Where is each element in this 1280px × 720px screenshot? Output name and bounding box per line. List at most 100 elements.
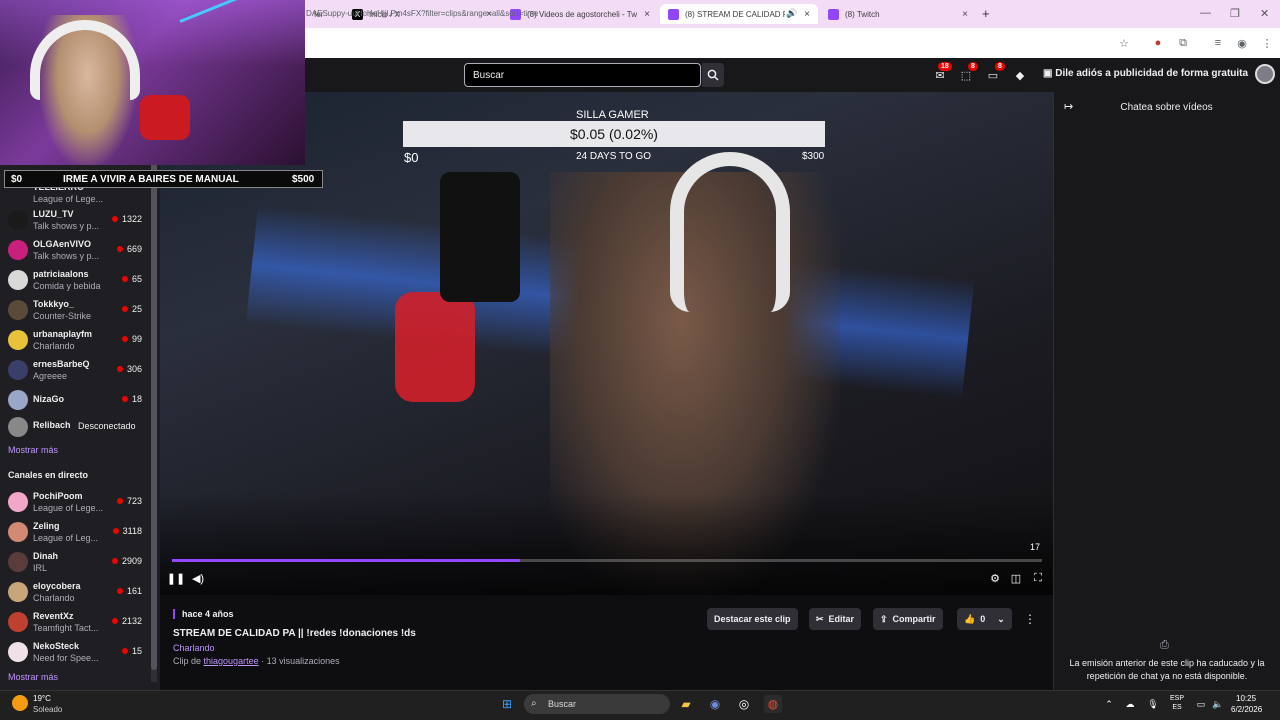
sidebar-item-tokkkyo_[interactable]: Tokkkyo_ Counter-Strike 25 — [0, 295, 150, 325]
weather-icon[interactable] — [12, 695, 28, 711]
avatar — [8, 300, 28, 320]
speaker-icon[interactable]: 🔊 — [786, 8, 797, 19]
tab-title: (8) Twitch — [845, 9, 880, 19]
taskbar-search-icon: ⌕ — [531, 698, 537, 709]
app-icon[interactable]: ◎ — [735, 695, 753, 713]
settings-icon[interactable]: ⚙ — [988, 571, 1002, 585]
theatre-mode-icon[interactable]: ◫ — [1009, 571, 1023, 585]
file-explorer-icon[interactable]: ▰ — [677, 695, 695, 713]
show-more-live[interactable]: Mostrar más — [8, 672, 58, 682]
sidebar-item-offline[interactable]: Relibach Desconectado — [0, 411, 150, 441]
user-avatar[interactable] — [1255, 64, 1275, 84]
show-more-followed[interactable]: Mostrar más — [8, 445, 58, 455]
volume-icon[interactable]: ◀) — [191, 571, 205, 585]
start-menu-icon[interactable]: ⊞ — [498, 695, 516, 713]
weather-desc[interactable]: Soleado — [33, 705, 62, 714]
puzzle-icon[interactable]: ⧉ — [1176, 36, 1190, 50]
tab-twitch[interactable]: (8) Twitch × — [820, 4, 976, 24]
clip-category-link[interactable]: Charlando — [173, 643, 215, 653]
channel-game: Teamfight Tact... — [33, 623, 99, 633]
channel-name: Tokkkyo_ — [33, 299, 74, 309]
channel-name: NizaGo — [33, 394, 65, 404]
search-input[interactable]: Buscar — [464, 63, 701, 87]
sidebar-live-item-pochipoom[interactable]: PochiPoom League of Lege... 723 — [0, 487, 150, 517]
minimize-icon[interactable]: — — [1200, 7, 1211, 19]
microphone-tray-icon[interactable]: 🎙 — [1144, 695, 1162, 713]
sidebar-item-olgaenvivo[interactable]: OLGAenVIVO Talk shows y p... 669 — [0, 235, 150, 265]
chevron-down-icon[interactable]: ⌄ — [997, 614, 1005, 625]
viewer-count: 723 — [116, 496, 142, 506]
highlight-clip-button[interactable]: Destacar este clip — [707, 608, 798, 630]
taskbar-search[interactable]: Buscar — [524, 694, 670, 714]
avatar — [8, 492, 28, 512]
video-progress-fill — [172, 559, 520, 562]
clip-byline: Clip de thiagougartee · 13 visualizacion… — [173, 656, 340, 666]
sidebar-scrollbar-thumb[interactable] — [151, 140, 157, 670]
volume-tray-icon[interactable]: 🔈 — [1209, 695, 1227, 713]
sidebar-live-item-reventxz[interactable]: ReventXz Teamfight Tact... 2132 — [0, 607, 150, 637]
share-button[interactable]: ⇪ Compartir — [873, 608, 943, 630]
star-icon[interactable]: ☆ — [1117, 36, 1131, 50]
search-button[interactable] — [702, 63, 724, 87]
avatar — [8, 522, 28, 542]
extension-icon[interactable]: ● — [1151, 36, 1165, 50]
lang-code: ESP — [1170, 695, 1185, 702]
discord-icon[interactable]: ◉ — [706, 695, 724, 713]
channel-name: Relibach — [33, 420, 71, 430]
sidebar-live-item-zeling[interactable]: Zeling League of Leg... 3118 — [0, 517, 150, 547]
viewer-count: 669 — [116, 244, 142, 254]
search-icon — [707, 69, 719, 81]
sidebar-live-item-eloycobera[interactable]: eloycobera Charlando 161 — [0, 577, 150, 607]
video-player[interactable]: 17 — [160, 92, 1053, 595]
clip-author-link[interactable]: thiagougartee — [204, 656, 259, 666]
bits-icon[interactable]: ◆ — [1012, 67, 1028, 83]
goal-end: $300 — [802, 151, 825, 162]
chrome-icon[interactable]: ◍ — [764, 695, 782, 713]
language-indicator[interactable]: ESP ES — [1170, 694, 1184, 712]
close-icon[interactable]: × — [804, 9, 810, 20]
edit-button[interactable]: ✂ Editar — [809, 608, 862, 630]
sidebar-live-item-nekosteck[interactable]: NekoSteck Need for Spee... 15 — [0, 637, 150, 667]
viewer-count-value: 25 — [131, 304, 142, 314]
lang-region: ES — [1172, 704, 1182, 711]
inbox-badge: 18 — [938, 62, 952, 71]
pause-icon[interactable]: ❚❚ — [167, 571, 185, 585]
sidebar-item-urbanaplayfm[interactable]: urbanaplayfm Charlando 99 — [0, 325, 150, 355]
network-icon[interactable]: ▭ — [1192, 695, 1210, 713]
share-icon: ⇪ — [880, 613, 888, 624]
window-close-icon[interactable]: ✕ — [1260, 7, 1269, 20]
sidebar-item-luzu_tv[interactable]: LUZU_TV Talk shows y p... 1322 — [0, 205, 150, 235]
viewer-count-value: 306 — [126, 364, 142, 374]
channel-game: Counter-Strike — [33, 311, 92, 321]
channel-game: Comida y bebida — [33, 281, 101, 291]
thumbs-up-icon: 👍 — [964, 613, 976, 624]
close-icon[interactable]: × — [962, 9, 968, 20]
like-button[interactable]: 👍 0 ⌄ — [957, 608, 1012, 630]
sidebar-live-item-dinah[interactable]: Dinah IRL 2909 — [0, 547, 150, 577]
maximize-icon[interactable]: ❐ — [1230, 7, 1240, 20]
headset-image — [670, 152, 790, 312]
chat-title: Chatea sobre vídeos — [1120, 102, 1213, 113]
url-text[interactable]: DAESuppy-uuHoHeHjjl.Pm4sFX?filter=clips&… — [306, 9, 538, 18]
video-progress-bar[interactable] — [172, 559, 1042, 562]
menu-dots-icon[interactable]: ⋮ — [1260, 36, 1274, 50]
sidebar-item-patriciaalons[interactable]: patriciaalons Comida y bebida 65 — [0, 265, 150, 295]
weather-temp[interactable]: 19°C — [33, 694, 51, 703]
ad-free-button[interactable]: ▣ Dile adiós a publicidad de forma gratu… — [1043, 68, 1248, 79]
close-icon[interactable]: × — [644, 9, 650, 20]
profile-icon[interactable]: ◉ — [1235, 36, 1249, 50]
tray-chevron-icon[interactable]: ⌃ — [1100, 695, 1118, 713]
live-dot-icon — [111, 618, 118, 624]
tray-app-icon[interactable]: ☁ — [1121, 695, 1139, 713]
live-dot-icon — [121, 336, 128, 342]
media-control-icon[interactable]: ≡ — [1211, 36, 1225, 50]
fullscreen-icon[interactable]: ⛶ — [1031, 571, 1045, 585]
sidebar-item-ernesbarbeq[interactable]: ernesBarbeQ Agreeee 306 — [0, 355, 150, 385]
webcam-mic-image — [140, 95, 190, 140]
more-options-icon[interactable]: ⋮ — [1024, 612, 1036, 626]
clock-time[interactable]: 10:25 — [1236, 694, 1256, 703]
goal-small-end: $500 — [292, 174, 315, 185]
new-tab-button[interactable]: + — [982, 6, 990, 21]
tab-stream-active[interactable]: (8) STREAM DE CALIDAD P/ 🔊 × — [660, 4, 818, 24]
clock-date[interactable]: 6/2/2026 — [1231, 705, 1262, 714]
